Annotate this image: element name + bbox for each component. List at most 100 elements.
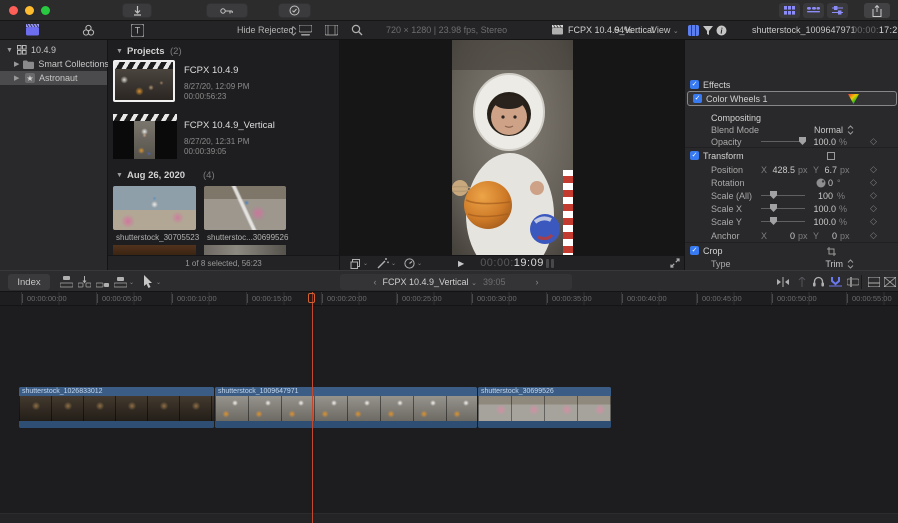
keyframe-diamond-icon[interactable]: ◇: [870, 190, 877, 201]
library-row[interactable]: ▼ 10.4.9: [0, 43, 107, 57]
scale-all-slider-track[interactable]: [761, 195, 805, 196]
transform-onscreen-icon[interactable]: [827, 152, 835, 160]
effects-browser-icon[interactable]: [884, 277, 896, 287]
project-name[interactable]: FCPX 10.4.9: [184, 65, 238, 76]
transform-checkbox[interactable]: ✓: [690, 151, 699, 160]
projects-header[interactable]: Projects: [127, 46, 165, 57]
browser-filter-settings-button[interactable]: [827, 3, 848, 18]
timeline-clip[interactable]: shutterstock_1009647971: [215, 387, 477, 428]
search-icon[interactable]: [351, 24, 363, 36]
opacity-slider-track[interactable]: [761, 141, 805, 142]
skimming-icon[interactable]: [796, 277, 808, 287]
trim-feedback-icon[interactable]: [776, 277, 790, 287]
disclosure-closed-icon[interactable]: ▶: [14, 60, 19, 68]
project-name[interactable]: FCPX 10.4.9_Vertical: [184, 120, 275, 131]
audio-skimming-icon[interactable]: [813, 276, 824, 287]
project-thumbnail[interactable]: [113, 114, 177, 159]
filmstrip-duration-icon[interactable]: [325, 25, 338, 36]
snapping-icon[interactable]: [829, 277, 842, 287]
keyframe-diamond-icon[interactable]: ◇: [870, 230, 877, 241]
color-wheels-checkbox[interactable]: ✓: [693, 94, 702, 103]
viewer-view-menu[interactable]: View ⌄: [651, 25, 679, 35]
sidebar-item-astronaut[interactable]: ▶ ★ Astronaut: [0, 71, 107, 85]
scale-y-slider-thumb[interactable]: [770, 217, 777, 225]
scale-x-slider-thumb[interactable]: [770, 204, 777, 212]
index-button[interactable]: Index: [8, 274, 50, 290]
active-project-name[interactable]: FCPX 10.4.9_Vertical: [568, 25, 654, 35]
opacity-value[interactable]: 100.0: [803, 137, 836, 147]
zoom-button[interactable]: [41, 6, 50, 15]
minimize-button[interactable]: [25, 6, 34, 15]
scale-all-value[interactable]: 100: [803, 191, 833, 201]
scale-y-value[interactable]: 100.0: [803, 217, 836, 227]
disclosure-open-icon[interactable]: ▼: [6, 47, 13, 54]
stepper-icon[interactable]: [847, 125, 854, 135]
tool-menu-chevron-icon[interactable]: ⌄: [156, 279, 161, 286]
viewer-zoom-menu[interactable]: 64% ⌄: [614, 25, 640, 35]
timeline-track-area[interactable]: shutterstock_1026833012 shutterstock_100…: [0, 306, 898, 523]
overwrite-edit-icon[interactable]: [114, 276, 127, 288]
event-header[interactable]: Aug 26, 2020: [127, 170, 185, 181]
video-inspector-icon[interactable]: [688, 25, 699, 36]
edit-options-chevron-icon[interactable]: ⌄: [129, 279, 134, 286]
keyframe-diamond-icon[interactable]: ◇: [870, 177, 877, 188]
close-button[interactable]: [9, 6, 18, 15]
position-y-field[interactable]: 6.7: [815, 165, 837, 175]
timeline-forward-button[interactable]: ›: [535, 277, 538, 287]
disclosure-closed-icon[interactable]: ▶: [14, 74, 21, 82]
effects-checkbox[interactable]: ✓: [690, 80, 699, 89]
browser-view-list-button[interactable]: [803, 3, 824, 18]
crop-type-popup[interactable]: Trim: [795, 259, 843, 269]
projects-disclosure-icon[interactable]: ▼: [116, 48, 123, 55]
solo-clips-icon[interactable]: [847, 277, 859, 287]
audio-meter-left[interactable]: [546, 259, 549, 268]
playhead-handle[interactable]: [308, 293, 315, 303]
scale-all-slider-thumb[interactable]: [770, 191, 777, 199]
rotation-field[interactable]: 0: [805, 178, 833, 188]
color-inspector-icon[interactable]: [703, 26, 713, 35]
share-button[interactable]: [864, 3, 890, 18]
anchor-y-field[interactable]: 0: [815, 231, 837, 241]
photos-audio-icon[interactable]: [82, 24, 95, 37]
keyframe-diamond-icon[interactable]: ◇: [870, 136, 877, 147]
timeline-clip[interactable]: shutterstock_30699526: [478, 387, 611, 428]
titles-generators-icon[interactable]: T: [131, 24, 144, 37]
background-tasks-button[interactable]: [278, 3, 311, 18]
viewer-video-frame[interactable]: [452, 40, 573, 255]
sidebar-item-smart-collections[interactable]: ▶ Smart Collections: [0, 57, 107, 71]
keyframe-diamond-icon[interactable]: ◇: [870, 164, 877, 175]
clip-appearance-icon[interactable]: [868, 277, 880, 287]
insert-edit-icon[interactable]: [78, 276, 91, 288]
position-x-field[interactable]: 428.5: [765, 165, 795, 175]
media-import-clapper-icon[interactable]: [26, 24, 40, 36]
hide-rejected-menu[interactable]: Hide Rejected: [237, 25, 294, 35]
retime-menu-icon[interactable]: ⌄: [404, 258, 422, 269]
hide-rejected-stepper-icon[interactable]: [290, 26, 297, 36]
connect-edit-icon[interactable]: [60, 276, 73, 288]
audio-meter-right[interactable]: [551, 259, 554, 268]
crop-checkbox[interactable]: ✓: [690, 246, 699, 255]
event-clip-thumbnail[interactable]: [204, 186, 286, 230]
clip-appearance-browser-icon[interactable]: [299, 25, 312, 36]
info-inspector-icon[interactable]: i: [716, 25, 727, 36]
timeline-scrollbar-area[interactable]: [0, 513, 898, 523]
playhead[interactable]: [312, 292, 313, 523]
event-disclosure-icon[interactable]: ▼: [116, 172, 123, 179]
stepper-icon[interactable]: [847, 259, 854, 269]
scale-x-value[interactable]: 100.0: [803, 204, 836, 214]
timeline-back-button[interactable]: ‹: [374, 277, 377, 287]
enhancements-wand-icon[interactable]: ⌄: [377, 258, 396, 269]
keyword-editor-button[interactable]: [206, 3, 248, 18]
color-wheels-effect-row[interactable]: ✓ Color Wheels 1: [687, 91, 897, 106]
scale-y-slider-track[interactable]: [761, 221, 805, 222]
browser-view-grid-button[interactable]: [779, 3, 800, 18]
keyframe-diamond-icon[interactable]: ◇: [870, 216, 877, 227]
fullscreen-icon[interactable]: [670, 258, 680, 268]
select-tool-icon[interactable]: [143, 275, 153, 288]
event-clip-thumbnail[interactable]: [113, 186, 196, 230]
timeline-clip[interactable]: shutterstock_1026833012: [19, 387, 214, 428]
crop-onscreen-icon[interactable]: [827, 247, 836, 256]
timeline-project-menu[interactable]: FCPX 10.4.9_Vertical ⌄: [383, 277, 477, 287]
event-clip-thumbnail-partial[interactable]: [204, 245, 286, 255]
scale-x-slider-track[interactable]: [761, 208, 805, 209]
